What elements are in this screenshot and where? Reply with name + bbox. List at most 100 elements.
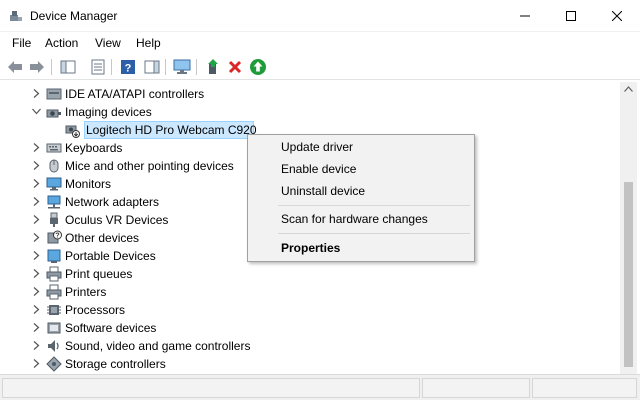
status-cell	[2, 378, 420, 398]
status-cell	[422, 378, 530, 398]
expand-chevron-icon[interactable]	[32, 305, 41, 314]
vertical-scrollbar[interactable]	[620, 82, 637, 374]
tree-node-label: Printers	[65, 285, 107, 299]
uninstall-button[interactable]	[225, 57, 245, 77]
console-tree-button[interactable]	[58, 57, 78, 77]
tree-node-label: Logitech HD Pro Webcam C920	[86, 123, 257, 137]
expand-chevron-icon[interactable]	[32, 179, 41, 188]
update-driver-button[interactable]	[203, 57, 223, 77]
printer-icon	[46, 266, 62, 282]
enable-device-menu-item[interactable]: Enable device	[281, 162, 356, 176]
toolbar: ?	[0, 54, 640, 80]
portable-device-icon	[47, 249, 61, 263]
keyboard-icon	[46, 143, 62, 153]
tree-node-processors[interactable]: Processors	[6, 301, 606, 319]
action-pane-button[interactable]	[142, 57, 162, 77]
forward-icon	[30, 61, 44, 73]
ide-icon	[46, 88, 62, 100]
menu-file[interactable]: File	[12, 36, 31, 50]
menu-action[interactable]: Action	[45, 36, 78, 50]
tree-node-label: Processors	[65, 303, 126, 317]
status-bar	[0, 374, 640, 400]
back-icon	[8, 61, 22, 73]
expand-chevron-icon[interactable]	[32, 161, 41, 170]
tree-node-label: Imaging devices	[65, 105, 152, 119]
tree-node-sound-video[interactable]: Sound, video and game controllers	[6, 337, 606, 355]
expand-chevron-icon[interactable]	[32, 197, 41, 206]
tree-node-label: Storage controllers	[65, 357, 166, 371]
properties-menu-item[interactable]: Properties	[281, 241, 340, 255]
show-hide-console-tree-icon	[60, 60, 76, 74]
tree-node-label: Keyboards	[65, 141, 123, 155]
back-button[interactable]	[5, 57, 25, 77]
expand-chevron-icon[interactable]	[32, 89, 41, 98]
tree-node-imaging-devices[interactable]: Imaging devices	[6, 103, 606, 121]
expand-chevron-icon[interactable]	[32, 341, 41, 350]
toolbar-separator	[165, 59, 166, 75]
tree-node-label: Other devices	[65, 231, 140, 245]
scan-hardware-changes-menu-item[interactable]: Scan for hardware changes	[281, 212, 428, 226]
expand-chevron-icon[interactable]	[32, 215, 41, 224]
scrollbar-thumb[interactable]	[624, 182, 633, 367]
expand-chevron-icon[interactable]	[32, 233, 41, 242]
tree-node-ide[interactable]: IDE ATA/ATAPI controllers	[6, 85, 606, 103]
update-driver-icon	[208, 59, 218, 74]
properties-icon	[91, 59, 105, 75]
scroll-up-arrow-icon[interactable]	[624, 86, 633, 92]
maximize-button[interactable]	[548, 0, 594, 32]
unknown-device-icon: ?	[47, 230, 62, 244]
collapse-chevron-icon[interactable]	[32, 107, 41, 116]
monitor-icon	[173, 59, 191, 74]
enable-device-icon	[250, 59, 266, 75]
tree-node-label: Network adapters	[65, 195, 160, 209]
uninstall-device-menu-item[interactable]: Uninstall device	[281, 184, 365, 198]
tree-node-label: Mice and other pointing devices	[65, 159, 234, 173]
network-icon	[47, 195, 61, 209]
tree-node-label: IDE ATA/ATAPI controllers	[65, 87, 205, 101]
forward-button[interactable]	[27, 57, 47, 77]
expand-chevron-icon[interactable]	[32, 269, 41, 278]
tree-node-software-devices[interactable]: Software devices	[6, 319, 606, 337]
expand-chevron-icon[interactable]	[32, 287, 41, 296]
uninstall-icon	[228, 60, 242, 74]
scan-hardware-button[interactable]	[172, 57, 192, 77]
printer-icon	[46, 284, 62, 300]
menu-bar: File Action View Help	[0, 32, 640, 54]
monitor-icon	[46, 177, 62, 191]
tree-node-label: Print queues	[65, 267, 133, 281]
window-title: Device Manager	[30, 9, 118, 23]
properties-button[interactable]	[88, 57, 108, 77]
menu-separator	[278, 233, 470, 234]
tree-node-label: Sound, video and game controllers	[65, 339, 251, 353]
processor-icon	[47, 305, 61, 315]
speaker-icon	[48, 340, 59, 352]
minimize-button[interactable]	[502, 0, 548, 32]
camera-icon	[46, 109, 61, 118]
toolbar-separator	[51, 59, 52, 75]
expand-chevron-icon[interactable]	[32, 143, 41, 152]
tree-node-storage-controllers[interactable]: Storage controllers	[6, 355, 606, 372]
storage-icon	[46, 356, 62, 372]
enable-device-button[interactable]	[248, 57, 268, 77]
tree-node-label: Software devices	[65, 321, 157, 335]
tree-node-label: Portable Devices	[65, 249, 156, 263]
help-button[interactable]: ?	[118, 57, 138, 77]
action-pane-icon	[144, 60, 160, 74]
menu-separator	[278, 205, 470, 206]
close-button[interactable]	[594, 0, 640, 32]
status-cell	[532, 378, 637, 398]
svg-text:?: ?	[125, 63, 132, 75]
expand-chevron-icon[interactable]	[32, 359, 41, 368]
tree-node-printers[interactable]: Printers	[6, 283, 606, 301]
mouse-icon	[49, 159, 59, 173]
menu-help[interactable]: Help	[136, 36, 161, 50]
close-icon	[612, 11, 622, 21]
expand-chevron-icon[interactable]	[32, 323, 41, 332]
menu-view[interactable]: View	[95, 36, 121, 50]
update-driver-menu-item[interactable]: Update driver	[281, 140, 353, 154]
tree-node-print-queues[interactable]: Print queues	[6, 265, 606, 283]
expand-chevron-icon[interactable]	[32, 251, 41, 260]
title-bar: Device Manager	[0, 0, 640, 32]
help-icon: ?	[121, 60, 135, 75]
tree-node-label: Monitors	[65, 177, 112, 191]
